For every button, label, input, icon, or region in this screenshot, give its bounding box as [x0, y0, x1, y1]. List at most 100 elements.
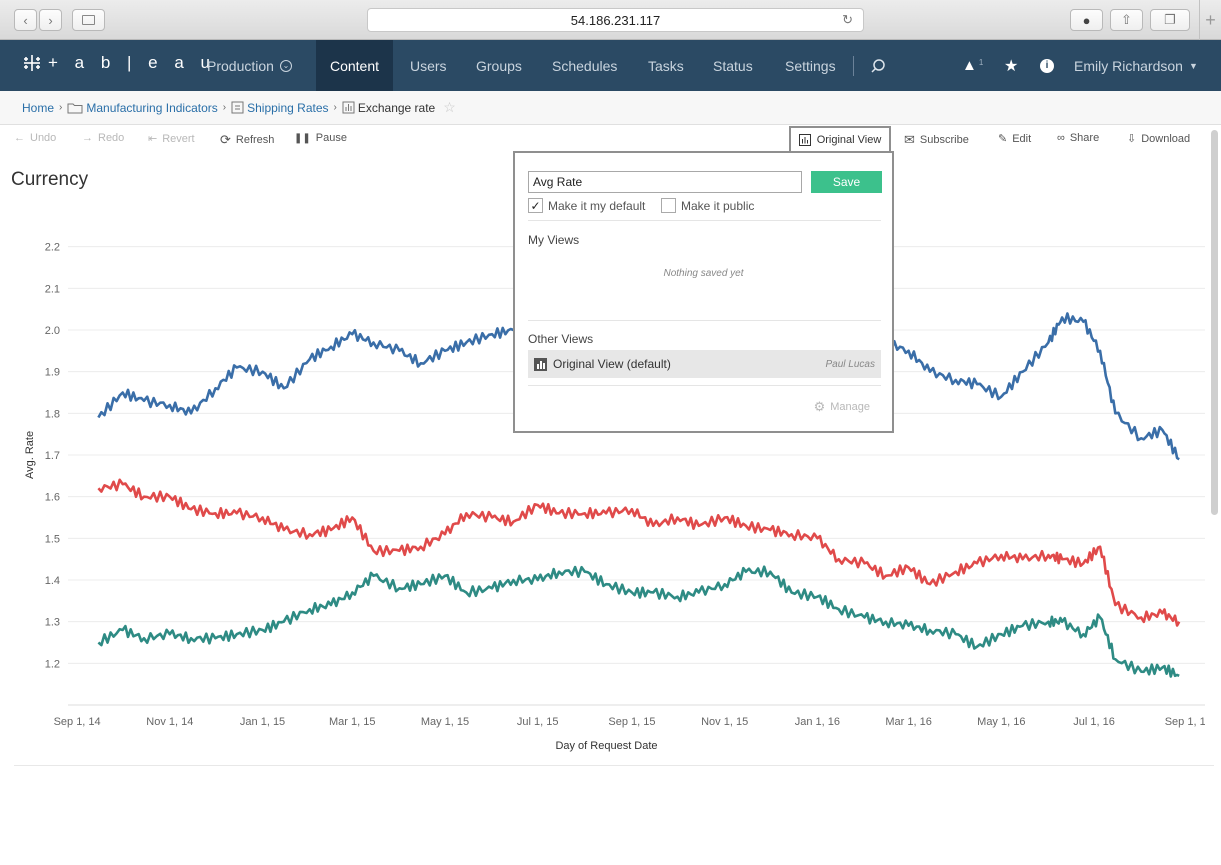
y-tick-label: 1.7 — [45, 450, 60, 462]
help-button[interactable]: i — [1040, 40, 1054, 91]
x-tick-label: Jan 1, 15 — [240, 716, 285, 728]
x-tick-label: Sep 1, 16 — [1165, 716, 1205, 728]
nav-settings[interactable]: Settings — [785, 40, 836, 91]
y-tick-label: 1.2 — [45, 658, 60, 670]
plus-icon: + — [1205, 9, 1216, 30]
nav-content[interactable]: Content — [316, 40, 393, 91]
forward-button[interactable]: › — [39, 9, 62, 31]
nav-content-label: Content — [329, 57, 380, 74]
manage-views-button[interactable]: ⚙ Manage — [814, 399, 870, 415]
subscribe-button[interactable]: ✉ Subscribe — [904, 132, 969, 148]
folder-icon — [67, 103, 83, 113]
tableau-cross-icon — [24, 55, 40, 71]
share-view-button[interactable]: ∞ Share — [1057, 132, 1099, 144]
revert-icon: ⇤ — [148, 133, 158, 145]
make-default-label: Make it my default — [548, 198, 646, 213]
x-tick-label: Nov 1, 14 — [146, 716, 193, 728]
nav-groups-label: Groups — [476, 57, 522, 74]
url-text: 54.186.231.117 — [570, 12, 661, 28]
other-view-name: Original View (default) — [553, 357, 671, 371]
make-public-option[interactable]: Make it public — [661, 198, 754, 213]
make-default-option[interactable]: ✓ Make it my default — [528, 198, 645, 213]
envelope-plus-icon: ✉ — [904, 132, 915, 147]
breadcrumb-home[interactable]: Home — [22, 101, 54, 115]
x-tick-label: May 1, 16 — [977, 716, 1025, 728]
address-bar[interactable]: 54.186.231.117 ↻ — [367, 8, 864, 32]
nav-settings-label: Settings — [785, 57, 836, 74]
tableau-logo[interactable]: + a b | e a u — [22, 53, 216, 73]
arrow-left-icon: ← — [14, 132, 25, 144]
nav-status[interactable]: Status — [713, 40, 753, 91]
favorites-button[interactable]: ★ — [1004, 40, 1018, 91]
make-public-label: Make it public — [681, 198, 755, 213]
arrow-right-icon: → — [82, 132, 93, 144]
refresh-button[interactable]: ⟳ Refresh — [220, 132, 274, 148]
save-view-button[interactable]: Save — [811, 171, 882, 193]
pause-label: Pause — [315, 132, 347, 144]
view-name-input[interactable] — [528, 171, 802, 193]
x-tick-label: Nov 1, 15 — [701, 716, 748, 728]
pause-button[interactable]: ❚❚ Pause — [294, 132, 347, 144]
view-toolbar: ← Undo → Redo ⇤ Revert ⟳ Refresh ❚❚ Pause Ori… — [0, 126, 1221, 152]
revert-button[interactable]: ⇤ Revert — [148, 132, 195, 146]
tabs-button[interactable]: ❐ — [1150, 9, 1190, 31]
user-name: Emily Richardson — [1074, 57, 1183, 74]
nav-schedules-label: Schedules — [552, 57, 618, 74]
y-tick-label: 1.6 — [45, 492, 60, 504]
other-view-item[interactable]: Original View (default) Paul Lucas — [528, 350, 881, 378]
share-nodes-icon: ∞ — [1057, 132, 1065, 144]
download-label: Download — [1141, 132, 1191, 145]
downloads-button[interactable]: ● — [1070, 9, 1103, 31]
search-button[interactable] — [870, 40, 886, 91]
redo-button[interactable]: → Redo — [82, 132, 124, 144]
logo-text: + a b | e a u — [48, 53, 216, 72]
y-tick-label: 1.9 — [45, 367, 60, 379]
custom-views-popup: Save ✓ Make it my default Make it public… — [513, 151, 894, 433]
original-view-label: Original View — [816, 134, 882, 146]
x-axis-title: Day of Request Date — [555, 740, 657, 752]
y-tick-label: 2.1 — [45, 283, 60, 295]
breadcrumb-workbook[interactable]: Shipping Rates — [247, 101, 328, 115]
site-selector[interactable]: Production ⌄ — [207, 40, 292, 91]
nothing-saved-text: Nothing saved yet — [663, 268, 744, 279]
undo-label: Undo — [30, 132, 57, 144]
edit-button[interactable]: ✎ Edit — [998, 132, 1032, 146]
my-views-heading: My Views — [528, 233, 580, 247]
new-tab-button[interactable]: + — [1199, 0, 1221, 40]
reload-icon[interactable]: ↻ — [842, 12, 853, 28]
vertical-scrollbar[interactable] — [1211, 130, 1218, 515]
subscribe-label: Subscribe — [919, 134, 969, 146]
sidebar-toggle-button[interactable] — [72, 9, 105, 31]
divider — [528, 220, 881, 221]
info-icon: i — [1040, 58, 1054, 73]
breadcrumb-project[interactable]: Manufacturing Indicators — [86, 101, 217, 115]
y-axis-title: Avg. Rate — [24, 431, 36, 479]
sidebar-icon — [82, 15, 95, 25]
x-tick-label: Jul 1, 16 — [1073, 716, 1115, 728]
other-view-owner: Paul Lucas — [825, 358, 875, 370]
other-views-heading: Other Views — [528, 332, 594, 346]
user-menu[interactable]: Emily Richardson ▼ — [1074, 40, 1198, 91]
nav-users[interactable]: Users — [410, 40, 447, 91]
nav-users-label: Users — [410, 57, 447, 74]
share-button[interactable]: ⇧ — [1110, 9, 1143, 31]
x-tick-label: May 1, 15 — [421, 716, 469, 728]
make-default-checkbox[interactable]: ✓ — [528, 198, 543, 213]
nav-groups[interactable]: Groups — [476, 40, 522, 91]
favorite-star-icon[interactable]: ☆ — [443, 99, 456, 116]
checkmark-icon: ✓ — [530, 198, 541, 213]
nav-schedules[interactable]: Schedules — [552, 40, 617, 91]
series-line-2[interactable] — [97, 478, 1181, 627]
alerts-button[interactable]: ▲ 1 — [962, 40, 983, 91]
undo-button[interactable]: ← Undo — [14, 132, 56, 144]
refresh-icon: ⟳ — [220, 132, 231, 147]
edit-label: Edit — [1012, 132, 1032, 145]
make-public-checkbox[interactable] — [661, 198, 676, 213]
nav-tasks[interactable]: Tasks — [648, 40, 684, 91]
original-view-button[interactable]: Original View — [789, 126, 891, 152]
redo-label: Redo — [98, 132, 125, 144]
x-tick-label: Mar 1, 15 — [329, 716, 375, 728]
back-button[interactable]: ‹ — [14, 9, 37, 31]
chevron-right-icon: › — [48, 12, 53, 28]
download-button[interactable]: ⇩ Download — [1127, 132, 1191, 146]
